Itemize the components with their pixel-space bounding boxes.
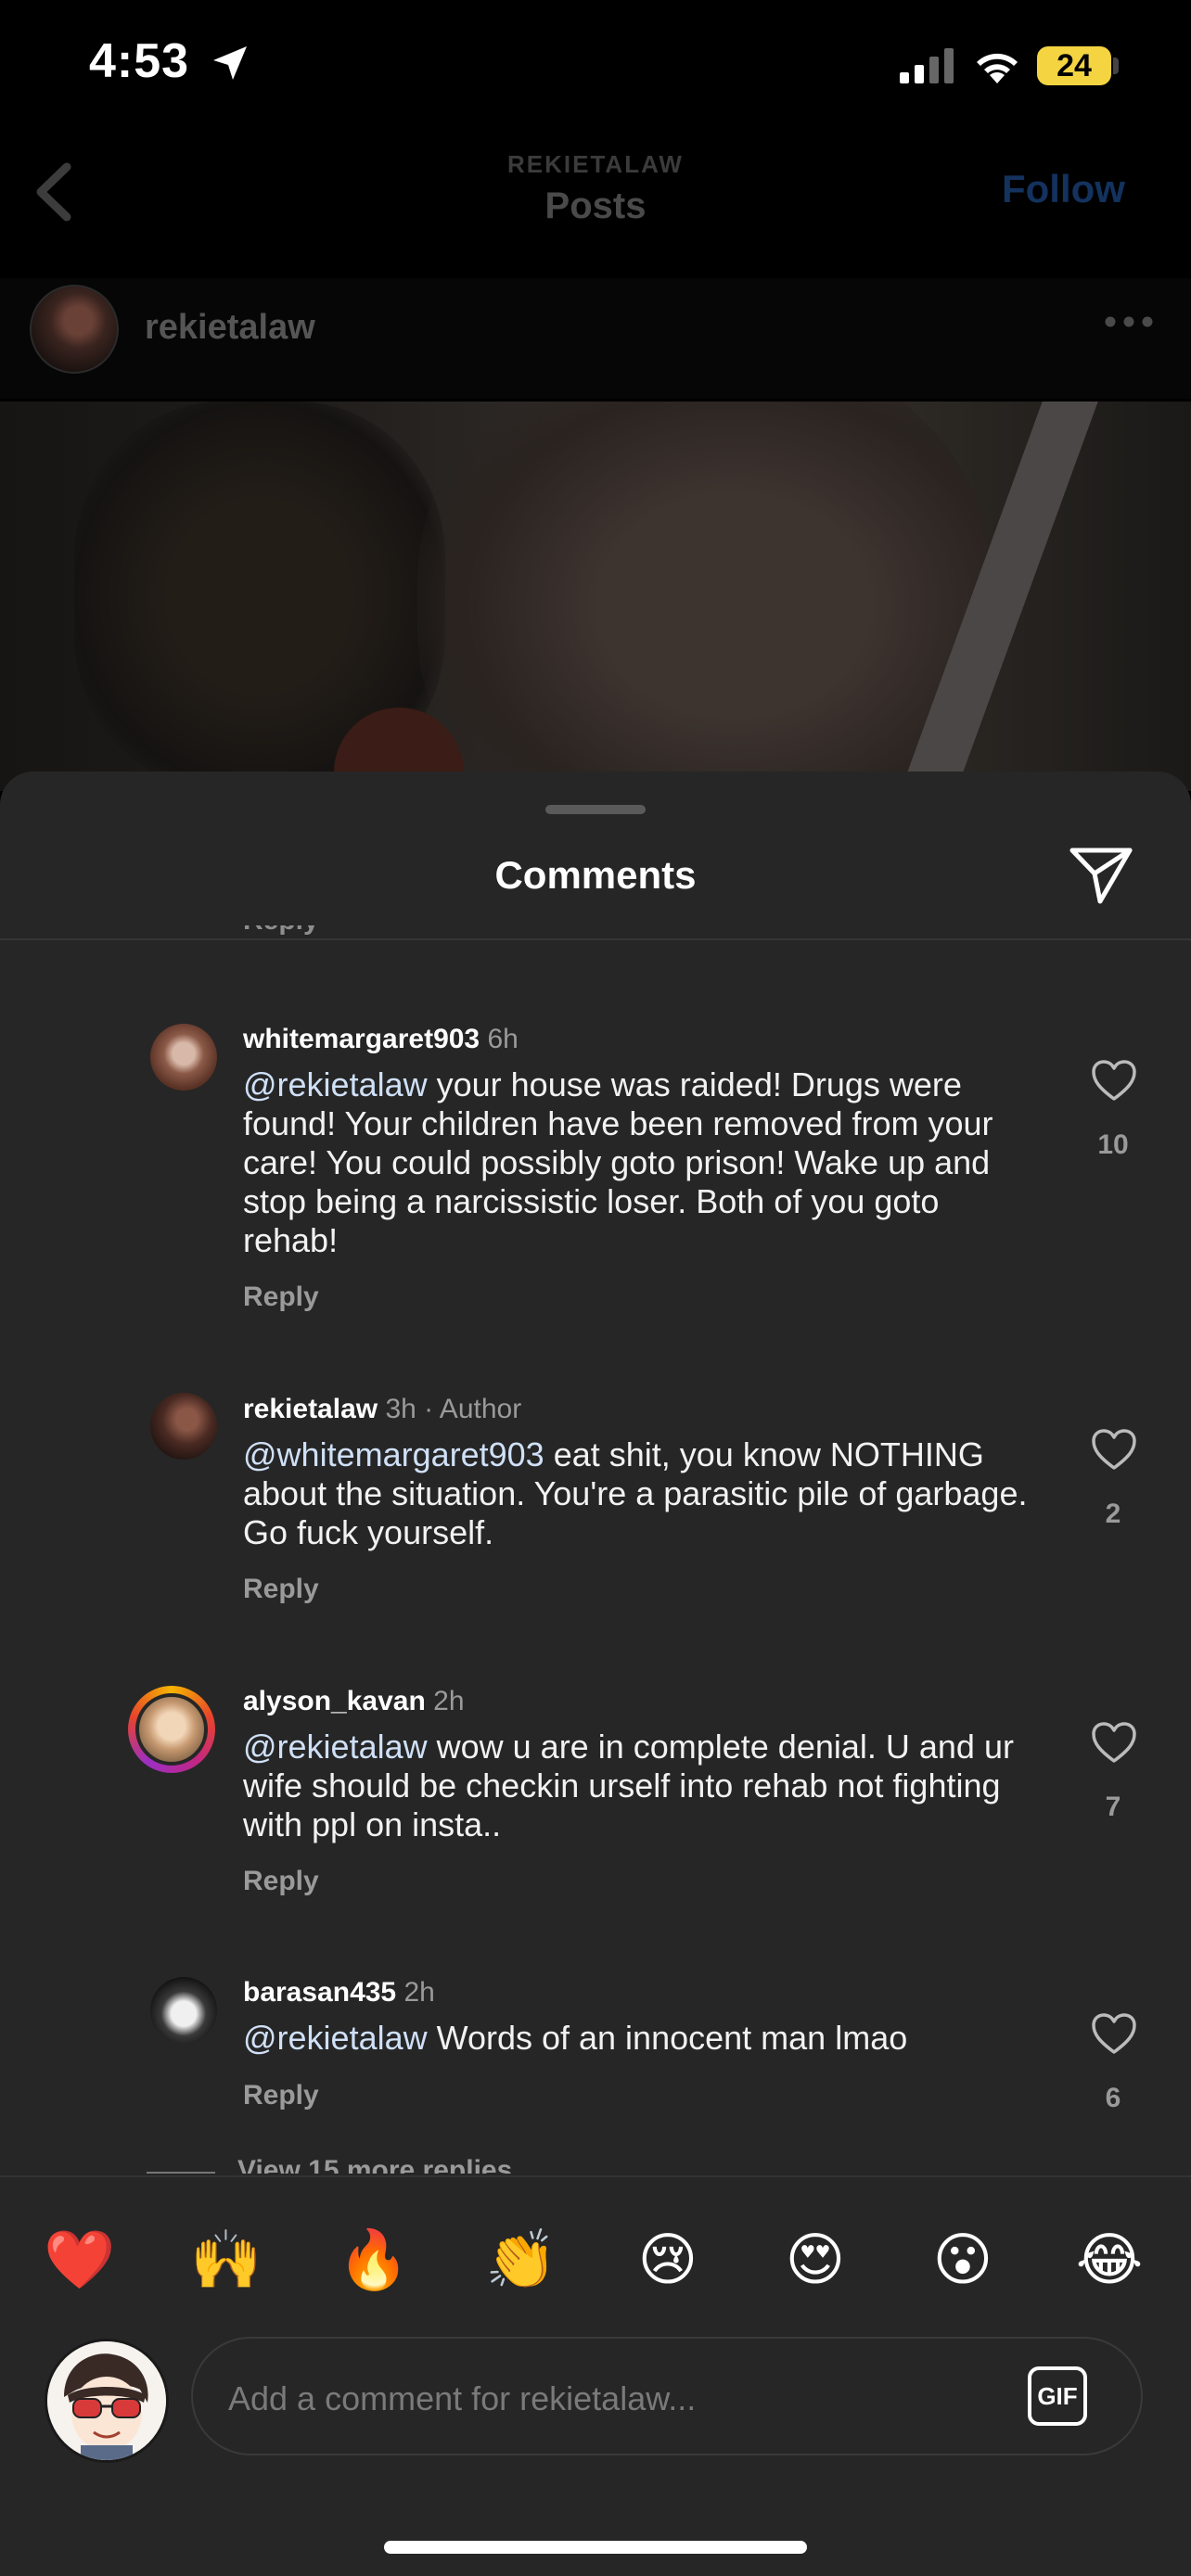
cartoon-avatar-icon [47,2341,166,2460]
more-options-icon[interactable] [1104,315,1154,328]
comment-input[interactable] [226,2372,972,2426]
comment-timestamp: 6h [487,1024,519,1054]
sheet-title: Comments [494,853,697,897]
home-indicator [384,2541,807,2554]
commenter-avatar[interactable] [150,1977,217,2044]
comment-text: @whitemargaret903 eat shit, you know NOT… [243,1435,1037,1552]
battery-tip [1113,57,1119,74]
comment-header: whitemargaret903 6h [243,1024,519,1055]
commenter-avatar[interactable] [150,1393,217,1460]
cellular-signal-icon [900,48,954,83]
post-photo [0,402,1191,791]
comment-text: @rekietalaw wow u are in complete denial… [243,1728,1037,1844]
comment-username[interactable]: whitemargaret903 [243,1024,480,1054]
comment-mention[interactable]: @rekietalaw [243,1728,428,1766]
commenter-avatar[interactable] [135,1693,208,1766]
comment-body: Words of an innocent man lmao [427,2019,908,2057]
like-heart-icon[interactable] [1091,1059,1137,1102]
reply-button[interactable]: Reply [243,2080,319,2111]
reply-button[interactable]: Reply [243,1574,319,1605]
comment-header: alyson_kavan 2h [243,1686,465,1717]
comment-composer: GIF [191,2337,1143,2455]
comment-mention[interactable]: @rekietalaw [243,2019,428,2057]
like-count: 6 [1105,2083,1121,2113]
sheet-divider [0,938,1191,940]
like-heart-icon[interactable] [1091,1721,1137,1764]
sheet-grabber[interactable] [545,805,646,814]
comment-timestamp: 3h · Author [385,1394,522,1424]
like-count: 10 [1097,1129,1129,1160]
emoji-fire-button[interactable]: 🔥 [335,2222,413,2300]
emoji-heart-button[interactable]: ❤️ [41,2222,119,2300]
gif-button[interactable]: GIF [1028,2366,1087,2426]
commenter-avatar[interactable] [150,1024,217,1090]
comment-mention[interactable]: @whitemargaret903 [243,1435,544,1473]
comment-header: barasan435 2h [243,1977,435,2009]
emoji-clapping-button[interactable]: 👏 [482,2222,560,2300]
emoji-laughing-button[interactable]: 😂 [1070,2222,1148,2300]
reply-button[interactable]: Reply [243,1282,319,1313]
emoji-divider [0,2175,1191,2177]
comment-username[interactable]: rekietalaw [243,1394,378,1424]
comment-header: rekietalaw 3h · Author [243,1394,521,1425]
emoji-surprised-button[interactable]: 😮 [924,2222,1002,2300]
comment-username[interactable]: barasan435 [243,1977,396,2008]
comment-timestamp: 2h [403,1977,435,2008]
reply-button[interactable]: Reply [243,1866,319,1897]
share-send-icon[interactable] [1069,846,1133,905]
quick-emoji-row: ❤️ 🙌 🔥 👏 😢 😍 😮 😂 [0,2222,1191,2300]
comment-username[interactable]: alyson_kavan [243,1686,426,1716]
view-more-replies-label: View 15 more replies [237,2155,513,2174]
post-author-username[interactable]: rekietalaw [145,308,315,348]
current-user-avatar[interactable] [45,2339,169,2463]
status-time: 4:53 [89,34,190,88]
view-more-replies-link[interactable]: View 15 more replies [139,2149,696,2174]
emoji-raised-hands-button[interactable]: 🙌 [187,2222,265,2300]
comment-timestamp: 2h [433,1686,465,1716]
wifi-icon [977,53,1018,83]
emoji-crying-button[interactable]: 😢 [629,2222,707,2300]
photo-face [417,402,992,791]
status-bar: 4:53 24 [0,0,1191,139]
comment-text: @rekietalaw your house was raided! Drugs… [243,1065,1037,1260]
comment-mention[interactable]: @rekietalaw [243,1065,428,1103]
replies-divider-line [147,2172,215,2174]
like-count: 2 [1105,1498,1121,1529]
clipped-reply-label: Reply [243,925,319,937]
follow-button[interactable]: Follow [1002,167,1125,211]
emoji-heart-eyes-button[interactable]: 😍 [776,2222,854,2300]
like-count: 7 [1105,1792,1121,1822]
post-author-avatar[interactable] [30,285,119,374]
location-arrow-icon [213,46,247,80]
comment-text: @rekietalaw Words of an innocent man lma… [243,2019,1037,2058]
like-heart-icon[interactable] [1091,2012,1137,2055]
like-heart-icon[interactable] [1091,1428,1137,1471]
battery-indicator: 24 [1037,46,1111,85]
